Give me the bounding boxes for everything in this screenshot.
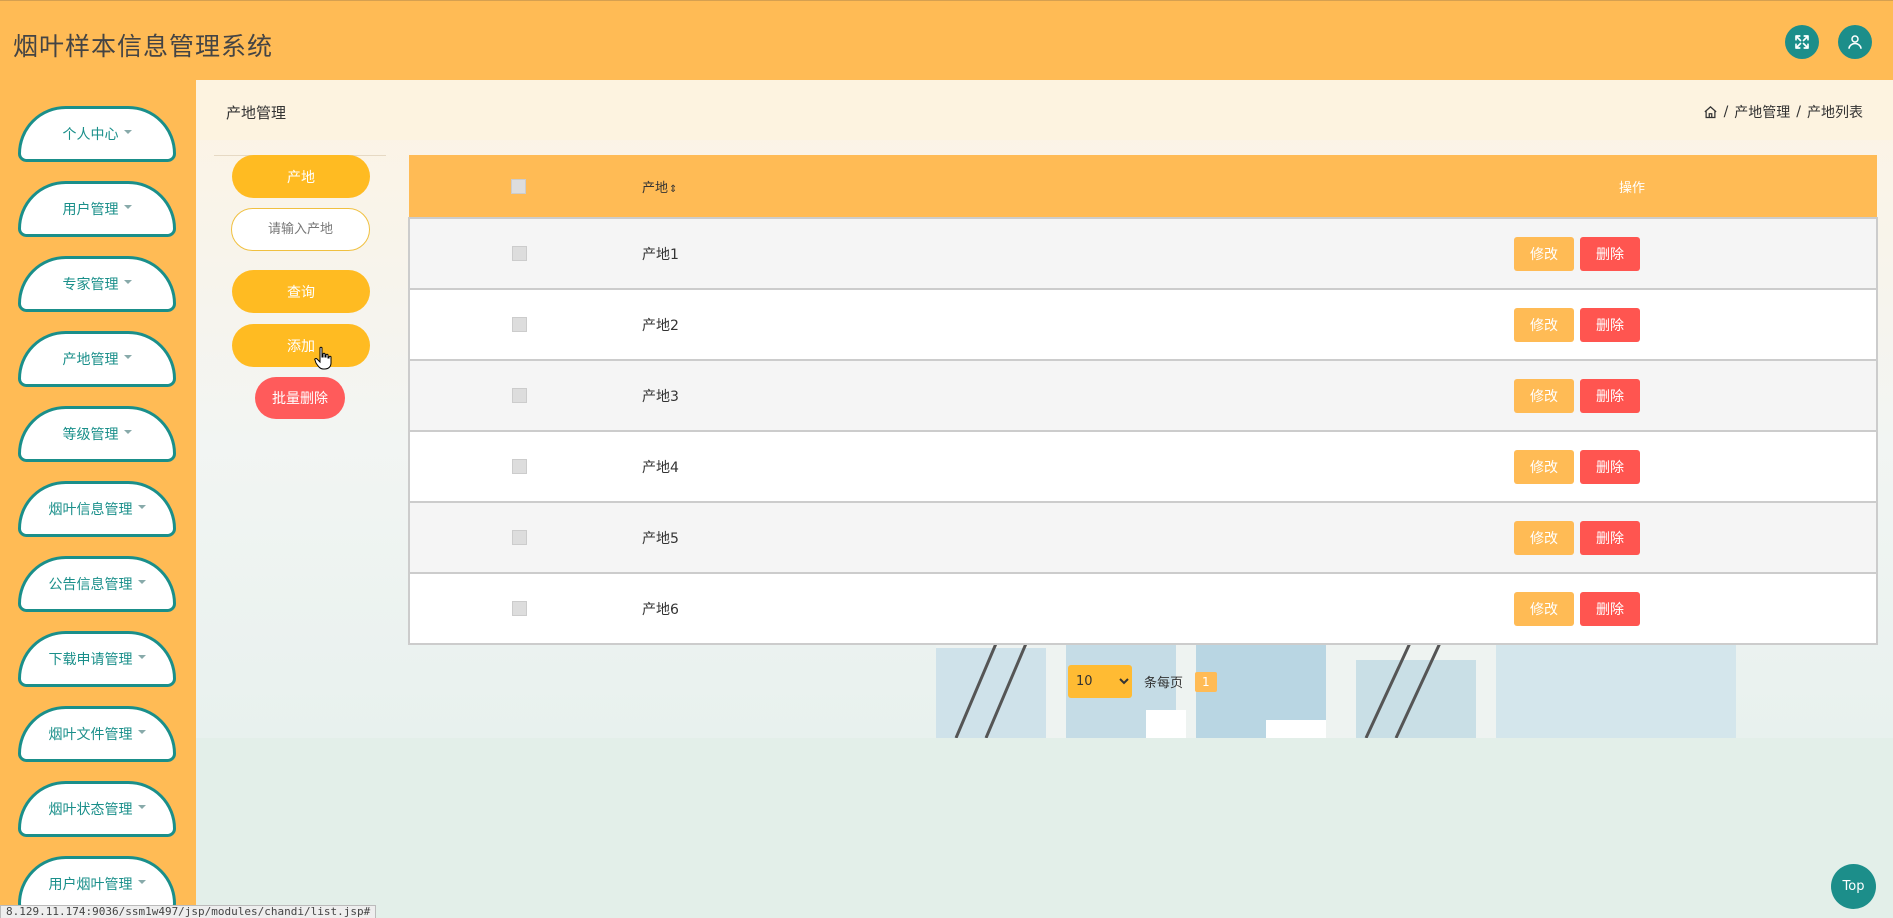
add-button[interactable]: 添加 [232, 324, 370, 367]
column-header-ops: 操作 [1619, 180, 1646, 196]
caret-down-icon [137, 730, 146, 734]
sidebar-item-label: 烟叶文件管理 [48, 727, 133, 743]
sidebar-item-personal-center[interactable]: 个人中心 [18, 106, 176, 162]
table-row: 产地1 修改 删除 [409, 218, 1877, 289]
sidebar-item-label: 用户烟叶管理 [48, 877, 133, 893]
edit-button[interactable]: 修改 [1514, 307, 1574, 342]
user-button[interactable] [1838, 25, 1872, 59]
hand-cursor-icon [314, 346, 332, 370]
sidebar-item-label: 用户管理 [62, 202, 119, 218]
delete-button[interactable]: 删除 [1580, 449, 1640, 484]
query-button[interactable]: 查询 [232, 270, 370, 313]
origin-table: 产地⇕ 操作 产地1 修改 删除 产地2 修改 删除 产地3 修改 删除 产地4… [408, 155, 1878, 645]
sidebar-item-download-requests[interactable]: 下载申请管理 [18, 631, 176, 687]
row-checkbox[interactable] [512, 530, 527, 545]
row-checkbox[interactable] [512, 317, 527, 332]
caret-down-icon [123, 205, 132, 209]
main-area: 产地管理 / 产地管理 / 产地列表 产地 查询 添加 批量删除 产地⇕ [196, 80, 1893, 918]
sidebar-item-label: 公告信息管理 [48, 577, 133, 593]
top-header: 烟叶样本信息管理系统 [0, 0, 1893, 80]
caret-down-icon [137, 655, 146, 659]
sidebar-item-label: 专家管理 [62, 277, 119, 293]
sidebar-item-label: 烟叶状态管理 [48, 802, 133, 818]
page-number-current[interactable]: 1 [1195, 671, 1217, 692]
cell-origin-name: 产地3 [642, 388, 679, 405]
caret-down-icon [137, 880, 146, 884]
table-row: 产地6 修改 删除 [409, 573, 1877, 644]
home-icon[interactable] [1703, 105, 1718, 120]
expand-arrows-icon [1795, 35, 1809, 49]
cell-origin-name: 产地5 [642, 530, 679, 547]
status-bar-url: 8.129.11.174:9036/ssm1w497/jsp/modules/c… [0, 905, 377, 918]
sidebar-item-label: 下载申请管理 [48, 652, 133, 668]
sidebar-item-experts[interactable]: 专家管理 [18, 256, 176, 312]
row-checkbox[interactable] [512, 246, 527, 261]
per-page-label: 条每页 [1144, 676, 1184, 691]
breadcrumb-separator: / [1796, 104, 1801, 120]
delete-button[interactable]: 删除 [1580, 307, 1640, 342]
breadcrumb-separator: / [1723, 104, 1729, 120]
edit-button[interactable]: 修改 [1514, 236, 1574, 271]
cell-origin-name: 产地1 [642, 246, 679, 263]
breadcrumb-origin-management[interactable]: 产地管理 [1734, 102, 1790, 122]
column-header-origin[interactable]: 产地⇕ [634, 155, 1249, 218]
delete-button[interactable]: 删除 [1580, 591, 1640, 626]
edit-button[interactable]: 修改 [1514, 591, 1574, 626]
edit-button[interactable]: 修改 [1514, 449, 1574, 484]
sidebar-item-label: 个人中心 [62, 127, 119, 143]
sidebar-item-tobacco-info[interactable]: 烟叶信息管理 [18, 481, 176, 537]
caret-down-icon [137, 505, 146, 509]
sidebar-item-tobacco-status[interactable]: 烟叶状态管理 [18, 781, 176, 837]
table-header-row: 产地⇕ 操作 [409, 155, 1877, 218]
sidebar-item-grades[interactable]: 等级管理 [18, 406, 176, 462]
page-title: 产地管理 [226, 104, 287, 122]
edit-button[interactable]: 修改 [1514, 378, 1574, 413]
sidebar-item-origins[interactable]: 产地管理 [18, 331, 176, 387]
fullscreen-button[interactable] [1785, 25, 1819, 59]
table-row: 产地3 修改 删除 [409, 360, 1877, 431]
table-row: 产地5 修改 删除 [409, 502, 1877, 573]
row-checkbox[interactable] [512, 459, 527, 474]
sidebar-item-label: 烟叶信息管理 [48, 502, 133, 518]
user-icon [1848, 35, 1862, 49]
cell-origin-name: 产地2 [642, 317, 679, 334]
caret-down-icon [123, 130, 132, 134]
sidebar-item-users[interactable]: 用户管理 [18, 181, 176, 237]
sidebar-item-label: 产地管理 [62, 352, 119, 368]
caret-down-icon [123, 430, 132, 434]
caret-down-icon [123, 355, 132, 359]
row-checkbox[interactable] [512, 388, 527, 403]
caret-down-icon [123, 280, 132, 284]
cell-origin-name: 产地4 [642, 459, 679, 476]
table-row: 产地2 修改 删除 [409, 289, 1877, 360]
delete-button[interactable]: 删除 [1580, 378, 1640, 413]
sidebar-item-user-tobacco[interactable]: 用户烟叶管理 [18, 856, 176, 912]
sidebar-item-tobacco-files[interactable]: 烟叶文件管理 [18, 706, 176, 762]
page-size-select[interactable]: 10 20 50 [1068, 665, 1132, 698]
content-panel: 产地管理 / 产地管理 / 产地列表 产地 查询 添加 批量删除 产地⇕ [196, 80, 1893, 738]
origin-field-label: 产地 [232, 155, 370, 198]
breadcrumb-bar: 产地管理 / 产地管理 / 产地列表 [196, 80, 1893, 140]
sidebar-item-label: 等级管理 [62, 427, 119, 443]
breadcrumb: / 产地管理 / 产地列表 [1703, 102, 1863, 122]
caret-down-icon [137, 580, 146, 584]
app-title: 烟叶样本信息管理系统 [13, 32, 274, 61]
batch-delete-button[interactable]: 批量删除 [255, 377, 345, 419]
back-to-top-button[interactable]: Top [1831, 864, 1876, 909]
select-all-checkbox[interactable] [511, 178, 526, 194]
pagination: 10 20 50 条每页 1 [1068, 665, 1217, 698]
table-row: 产地4 修改 删除 [409, 431, 1877, 502]
sidebar: 个人中心 用户管理 专家管理 产地管理 等级管理 烟叶信息管理 公告信息管理 下… [0, 80, 196, 918]
sort-icon: ⇕ [669, 183, 678, 195]
sidebar-item-announcements[interactable]: 公告信息管理 [18, 556, 176, 612]
cell-origin-name: 产地6 [642, 601, 679, 618]
edit-button[interactable]: 修改 [1514, 520, 1574, 555]
breadcrumb-origin-list: 产地列表 [1807, 105, 1863, 121]
caret-down-icon [137, 805, 146, 809]
row-checkbox[interactable] [512, 601, 527, 616]
delete-button[interactable]: 删除 [1580, 520, 1640, 555]
origin-search-input[interactable] [231, 208, 370, 251]
delete-button[interactable]: 删除 [1580, 236, 1640, 271]
